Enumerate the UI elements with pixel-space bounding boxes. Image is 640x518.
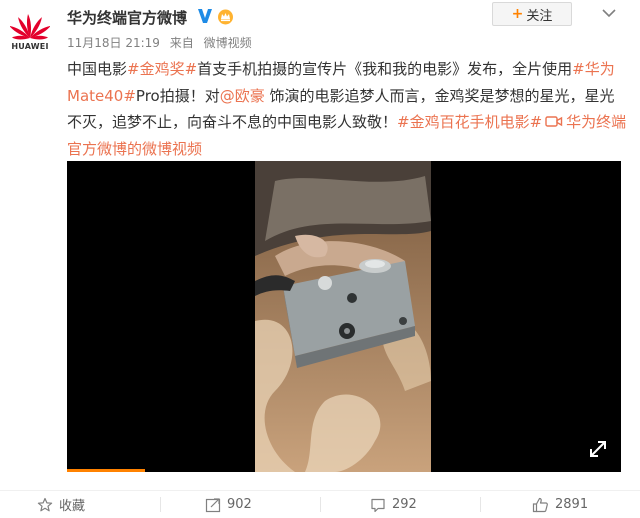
- source-prefix: 来自: [169, 36, 194, 50]
- plus-icon: +: [511, 6, 524, 22]
- repost-button[interactable]: 902: [205, 491, 252, 518]
- repost-icon: [205, 497, 221, 512]
- follow-label: 关注: [526, 8, 553, 24]
- post-timestamp[interactable]: 11月18日 21:19: [67, 36, 160, 50]
- post-text-segment: 中国电影: [67, 60, 128, 78]
- action-separator: [160, 497, 161, 512]
- post-text: 中国电影#金鸡奖#首支手机拍摄的宣传片《我和我的电影》发布，全片使用#华为Mat…: [67, 56, 627, 162]
- post-header: HUAWEI 华为终端官方微博 + 关注 11月18日 21:19 来自 微博视…: [0, 0, 640, 60]
- star-icon: [37, 497, 53, 511]
- action-separator: [320, 497, 321, 512]
- member-crown-icon[interactable]: [217, 8, 234, 25]
- post-actions-bar: 收藏 902 292 2891: [0, 491, 640, 518]
- favorite-button[interactable]: 收藏: [37, 491, 85, 518]
- chevron-down-icon[interactable]: [600, 6, 618, 20]
- thumbs-up-icon: [532, 497, 548, 512]
- favorite-label: 收藏: [59, 499, 86, 514]
- video-camera-icon: [545, 116, 563, 127]
- brand-logo-text: HUAWEI: [11, 42, 49, 51]
- comment-button[interactable]: 292: [370, 491, 417, 518]
- repost-count: 902: [227, 497, 252, 512]
- mention-ou-hao[interactable]: @欧豪: [220, 87, 265, 105]
- fullscreen-toggle-icon[interactable]: [587, 438, 609, 460]
- huawei-logo[interactable]: HUAWEI: [9, 8, 51, 52]
- hashtag-golden-rooster-phone-film[interactable]: #金鸡百花手机电影#: [397, 113, 542, 131]
- action-separator: [480, 497, 481, 512]
- comment-count: 292: [392, 497, 417, 512]
- follow-button[interactable]: + 关注: [492, 2, 572, 26]
- post-source-link[interactable]: 微博视频: [204, 36, 252, 50]
- verified-badge-icon: [198, 9, 212, 23]
- post-text-segment: 首支手机拍摄的宣传片《我和我的电影》发布，全片使用: [197, 60, 573, 78]
- post-text-segment: Pro拍摄！对: [135, 86, 220, 105]
- like-count: 2891: [555, 497, 589, 512]
- video-progress-bar[interactable]: [67, 469, 145, 472]
- like-button[interactable]: 2891: [532, 491, 588, 518]
- post-meta: 11月18日 21:19 来自 微博视频: [67, 34, 258, 51]
- video-thumbnail: [255, 161, 431, 472]
- user-name-link[interactable]: 华为终端官方微博: [67, 7, 187, 28]
- video-player[interactable]: [67, 161, 621, 472]
- huawei-flower-icon: [9, 14, 51, 40]
- hashtag-golden-rooster[interactable]: #金鸡奖#: [127, 60, 197, 78]
- comment-icon: [371, 498, 385, 512]
